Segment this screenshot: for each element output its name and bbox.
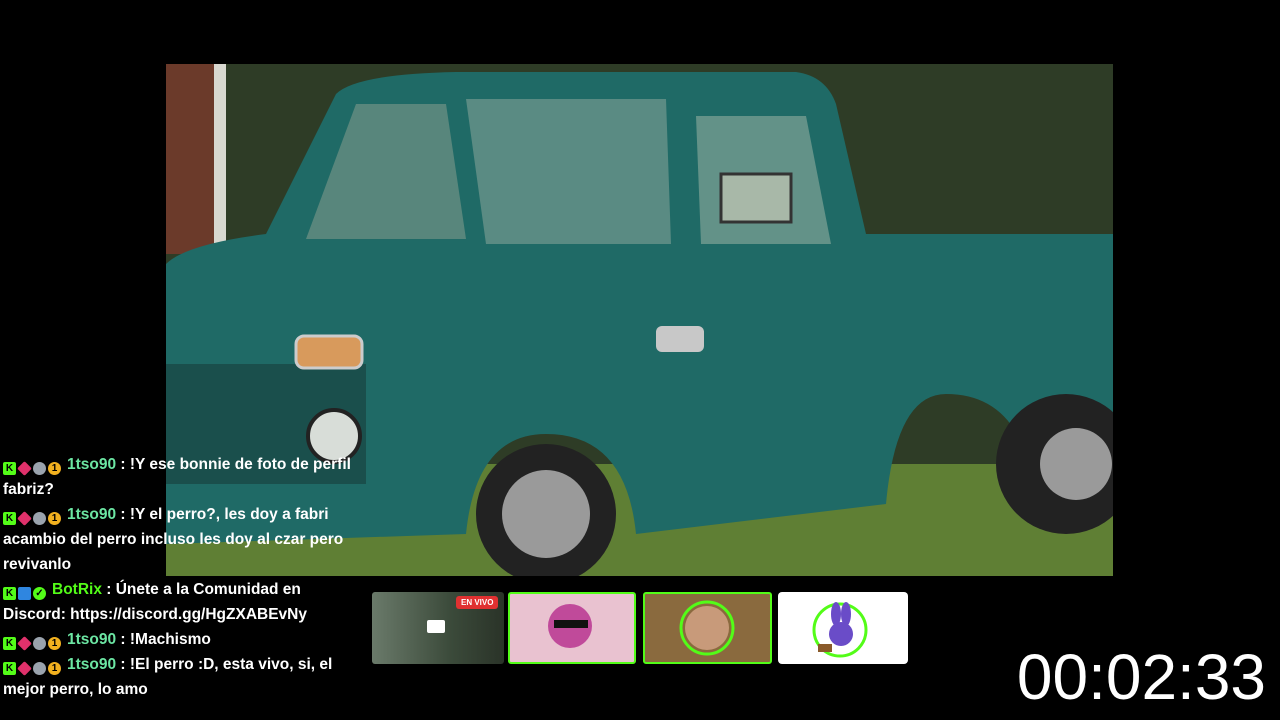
live-badge: EN VIVO [456,596,499,609]
badge-group: K 1 [3,661,61,676]
chat-message: K 1 1tso90 : !Y ese bonnie de foto de pe… [3,452,353,502]
one-icon: 1 [48,462,61,475]
avatar-frame-image [679,600,735,656]
verified-icon: ✓ [33,587,46,600]
chat-message: K 1 1tso90 : !El perro :D, esta vivo, si… [3,652,353,702]
chat-username[interactable]: 1tso90 [67,456,116,473]
channel-thumbnail-avatar-glasses[interactable] [508,592,636,664]
chat-text: : !Machismo [116,631,211,648]
kick-icon: K [3,637,16,650]
channel-thumbnail-avatar-frame[interactable] [643,592,772,664]
chat-message: K ✓ BotRix : Únete a la Comunidad en Dis… [3,577,353,627]
badge-group: K 1 [3,636,61,651]
channel-thumbnail-bunny[interactable] [778,592,908,664]
stream-timer: 00:02:33 [1016,641,1266,713]
chat-username[interactable]: BotRix [52,581,102,598]
wolf-icon [33,637,46,650]
wolf-icon [33,512,46,525]
avatar-glasses-image [548,604,592,648]
bunny-mascot-image [812,602,868,658]
cube-icon [17,636,32,651]
kick-icon: K [3,587,16,600]
one-icon: 1 [48,637,61,650]
chat-message: K 1 1tso90 : !Machismo [3,627,353,652]
cube-icon [17,511,32,526]
chat-text: : Únete a la Comunidad en Discord: https… [3,581,307,623]
cube-icon [17,661,32,676]
chat-username[interactable]: 1tso90 [67,631,116,648]
badge-group: K 1 [3,461,61,476]
cube-icon [17,461,32,476]
one-icon: 1 [48,512,61,525]
badge-group: K ✓ [3,587,46,600]
chat-message: K 1 1tso90 : !Y el perro?, les doy a fab… [3,502,353,577]
wolf-icon [33,662,46,675]
chat-username[interactable]: 1tso90 [67,506,116,523]
live-stream-thumbnail[interactable]: EN VIVO [372,592,504,664]
kick-icon: K [3,512,16,525]
chat-panel: K 1 1tso90 : !Y ese bonnie de foto de pe… [3,452,353,702]
badge-group: K 1 [3,511,61,526]
kick-icon: K [3,662,16,675]
chat-bubble-icon [427,620,445,633]
bot-icon [18,587,31,600]
chat-username[interactable]: 1tso90 [67,656,116,673]
kick-icon: K [3,462,16,475]
wolf-icon [33,462,46,475]
one-icon: 1 [48,662,61,675]
